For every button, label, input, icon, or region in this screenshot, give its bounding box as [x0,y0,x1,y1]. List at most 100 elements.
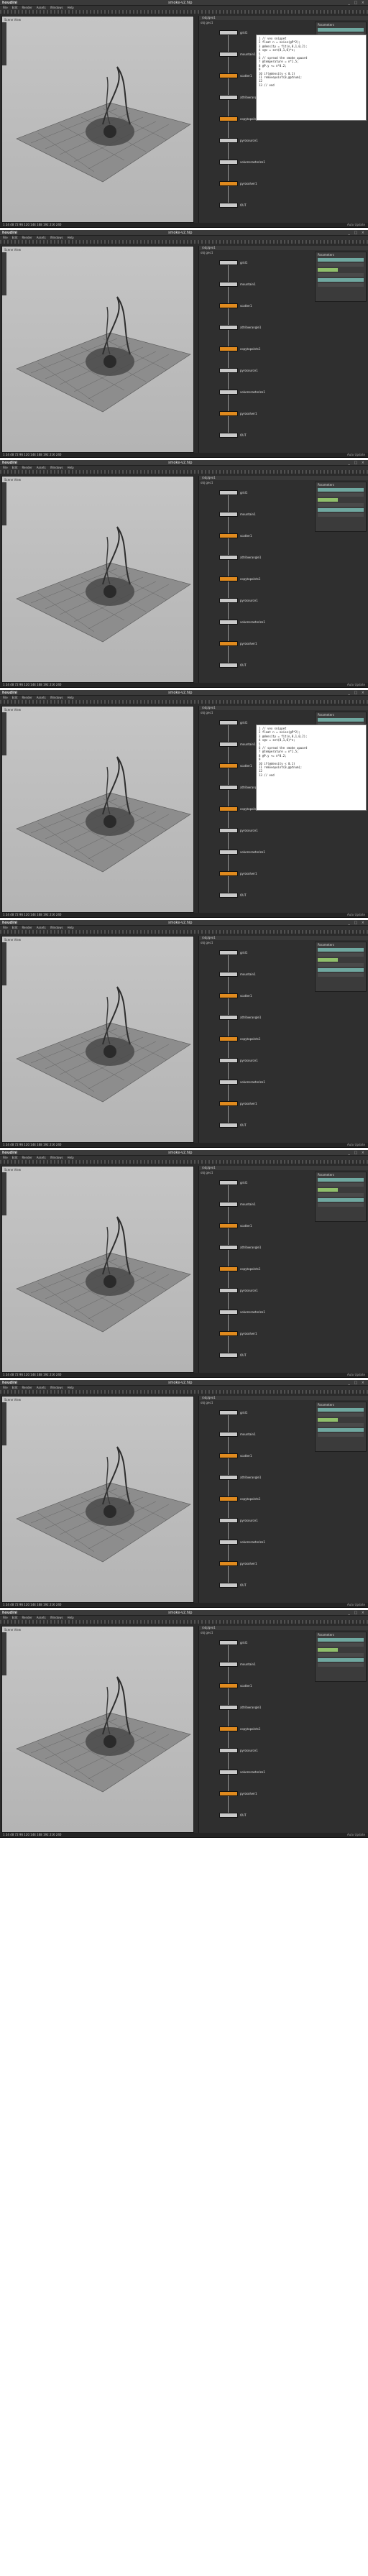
parameter-row[interactable] [318,1408,364,1412]
parameter-row[interactable] [318,493,364,497]
network-node[interactable]: grid1 [219,1410,247,1415]
timeline-bar[interactable]: 1 24 48 72 96 120 144 168 192 216 240 [0,1603,368,1607]
network-node[interactable]: OUT [219,1583,247,1588]
network-node[interactable]: copytopoints1 [219,1496,260,1501]
parameter-row[interactable] [318,1428,364,1432]
network-tabs[interactable]: /obj/geo1 [199,1396,368,1400]
network-tabs[interactable]: /obj/geo1 [199,476,368,480]
parameter-row[interactable] [318,1423,364,1427]
parameter-row[interactable] [318,1658,364,1662]
parameter-row[interactable] [318,28,364,32]
network-node[interactable]: grid1 [219,260,247,265]
parameter-row[interactable] [318,1193,364,1197]
window-controls[interactable]: _ □ × [348,691,366,695]
network-node[interactable]: pyrosource1 [219,598,258,603]
network-node[interactable]: pyrosource1 [219,138,258,143]
network-node[interactable]: copytopoints1 [219,116,260,121]
tab-network[interactable]: /obj/geo1 [202,1166,216,1169]
tab-network[interactable]: /obj/geo1 [202,1396,216,1399]
parameter-panel[interactable]: Parameters [315,942,367,992]
parameter-row[interactable] [318,948,364,952]
parameter-row[interactable] [318,503,364,507]
window-controls[interactable]: _ □ × [348,1611,366,1615]
network-node[interactable]: pyrosource1 [219,1058,258,1063]
network-tabs[interactable]: /obj/geo1 [199,1166,368,1170]
scene-viewport[interactable]: Scene View [1,1626,194,1833]
window-controls[interactable]: _ □ × [348,1,366,5]
parameter-row[interactable] [318,258,364,262]
scene-viewport[interactable]: Scene View [1,936,194,1143]
network-node[interactable]: copytopoints1 [219,1036,260,1041]
parameter-slider[interactable] [318,1188,338,1192]
network-path[interactable]: obj geo1 [201,941,213,944]
parameter-row[interactable] [318,263,364,267]
scene-viewport[interactable]: Scene View [1,16,194,223]
parameter-slider[interactable] [318,268,338,272]
network-node[interactable]: attribwrangle1 [219,555,261,560]
vex-code-editor[interactable]: 1 // vex snippet 2 float n = noise(@P*2);… [256,724,367,811]
network-node[interactable]: pyrosolver1 [219,181,257,186]
network-tabs[interactable]: /obj/geo1 [199,706,368,710]
network-node[interactable]: grid1 [219,30,247,35]
network-node[interactable]: attribwrangle1 [219,1705,261,1710]
timeline-bar[interactable]: 1 24 48 72 96 120 144 168 192 216 240 [0,453,368,457]
parameter-panel[interactable]: Parameters [315,1402,367,1452]
parameter-row[interactable] [318,488,364,492]
network-node[interactable]: grid1 [219,950,247,955]
parameter-row[interactable] [318,953,364,957]
parameter-panel[interactable]: Parameters [315,482,367,532]
network-path[interactable]: obj geo1 [201,251,213,254]
shelf-toolbar[interactable] [0,10,368,14]
network-node[interactable]: grid1 [219,1180,247,1185]
network-path[interactable]: obj geo1 [201,1631,213,1634]
network-node[interactable]: scatter1 [219,993,252,998]
timeline-bar[interactable]: 1 24 48 72 96 120 144 168 192 216 240 [0,1373,368,1377]
network-node[interactable]: volumerasterize1 [219,850,265,855]
parameter-panel[interactable]: Parameters [315,1632,367,1682]
network-path[interactable]: obj geo1 [201,711,213,714]
network-node[interactable]: pyrosolver1 [219,1101,257,1106]
network-node[interactable]: copytopoints1 [219,576,260,581]
parameter-row[interactable] [318,1663,364,1667]
parameter-row[interactable] [318,283,364,287]
network-node[interactable]: OUT [219,663,247,668]
timeline-bar[interactable]: 1 24 48 72 96 120 144 168 192 216 240 [0,683,368,687]
parameter-panel[interactable]: Parameters [315,1172,367,1222]
network-node[interactable]: pyrosource1 [219,828,258,833]
network-path[interactable]: obj geo1 [201,21,213,24]
network-node[interactable]: scatter1 [219,763,252,768]
network-node[interactable]: grid1 [219,490,247,495]
shelf-toolbar[interactable] [0,700,368,704]
scene-viewport[interactable]: Scene View [1,476,194,683]
network-node[interactable]: mountain1 [219,282,256,287]
timeline-bar[interactable]: 1 24 48 72 96 120 144 168 192 216 240 [0,1143,368,1147]
parameter-row[interactable] [318,273,364,277]
network-node[interactable]: attribwrangle1 [219,1245,261,1250]
parameter-row[interactable] [318,1198,364,1202]
network-node[interactable]: mountain1 [219,512,256,517]
network-node[interactable]: pyrosolver1 [219,1791,257,1796]
tab-network[interactable]: /obj/geo1 [202,1626,216,1629]
parameter-row[interactable] [318,1653,364,1657]
network-node[interactable]: OUT [219,1123,247,1128]
network-node[interactable]: volumerasterize1 [219,1310,265,1315]
network-node[interactable]: mountain1 [219,1432,256,1437]
network-tabs[interactable]: /obj/geo1 [199,1626,368,1630]
network-tabs[interactable]: /obj/geo1 [199,246,368,250]
timeline-bar[interactable]: 1 24 48 72 96 120 144 168 192 216 240 [0,1833,368,1837]
network-node[interactable]: mountain1 [219,1662,256,1667]
network-node[interactable]: copytopoints1 [219,346,260,351]
network-node[interactable]: volumerasterize1 [219,160,265,165]
network-path[interactable]: obj geo1 [201,1171,213,1174]
network-node[interactable]: scatter1 [219,303,252,308]
parameter-row[interactable] [318,718,364,722]
timeline-bar[interactable]: 1 24 48 72 96 120 144 168 192 216 240 [0,913,368,917]
network-node[interactable]: scatter1 [219,1453,252,1458]
network-node[interactable]: grid1 [219,720,247,725]
window-controls[interactable]: _ □ × [348,461,366,465]
network-node[interactable]: mountain1 [219,1202,256,1207]
network-node[interactable]: attribwrangle1 [219,1475,261,1480]
parameter-panel[interactable]: Parameters [315,252,367,302]
network-node[interactable]: copytopoints1 [219,1726,260,1731]
shelf-toolbar[interactable] [0,1620,368,1624]
